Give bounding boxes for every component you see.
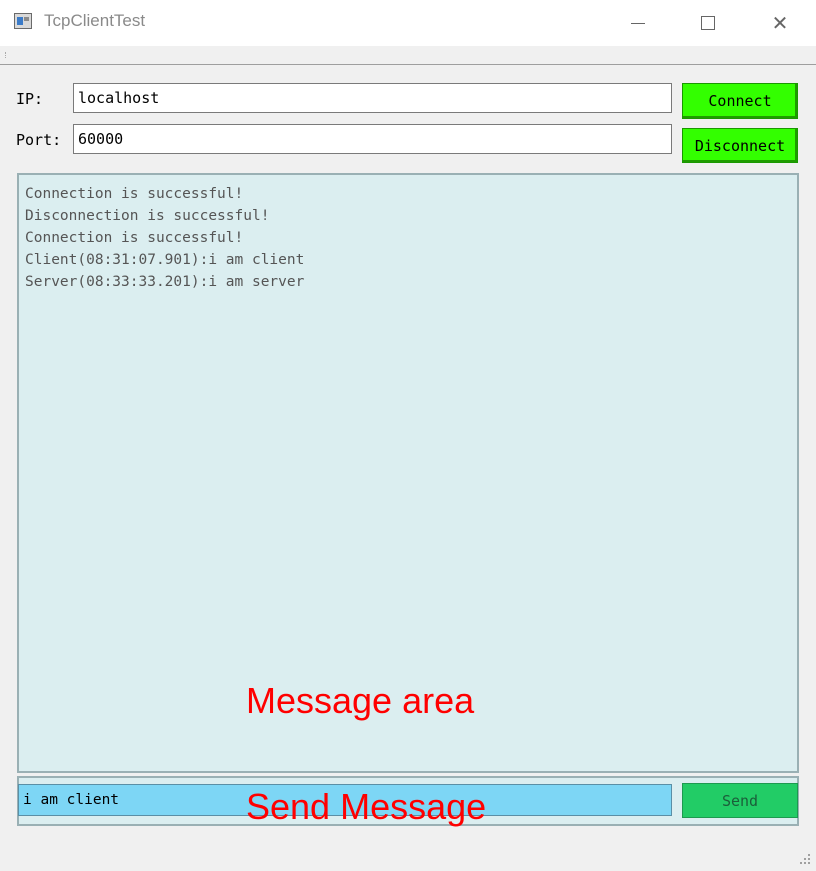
close-button[interactable]: ✕ xyxy=(752,0,808,46)
disconnect-button[interactable]: Disconnect xyxy=(682,128,798,163)
maximize-icon xyxy=(701,16,715,30)
port-label: Port: xyxy=(16,131,62,149)
send-message-annotation: Send Message xyxy=(246,786,487,827)
port-input[interactable] xyxy=(73,124,672,154)
message-line: Connection is successful! xyxy=(25,186,244,202)
strip-grip xyxy=(5,52,8,58)
message-area-annotation: Message area xyxy=(246,680,475,721)
message-line: Disconnection is successful! xyxy=(25,208,270,224)
maximize-button[interactable] xyxy=(680,0,736,46)
minimize-icon xyxy=(631,22,645,24)
window-title: TcpClientTest xyxy=(44,11,146,30)
title-bar: TcpClientTest ✕ xyxy=(0,0,816,46)
resize-grip-icon[interactable] xyxy=(798,852,812,866)
tool-strip xyxy=(0,46,816,65)
message-line: Server(08:33:33.201):i am server xyxy=(25,274,305,290)
connect-button[interactable]: Connect xyxy=(682,83,798,119)
send-button[interactable]: Send xyxy=(682,783,798,818)
message-line: Connection is successful! xyxy=(25,230,244,246)
message-line: Client(08:31:07.901):i am client xyxy=(25,252,305,268)
app-window-icon xyxy=(14,13,32,29)
minimize-button[interactable] xyxy=(610,0,666,46)
ip-label: IP: xyxy=(16,90,44,108)
ip-input[interactable] xyxy=(73,83,672,113)
close-icon: ✕ xyxy=(771,11,789,35)
